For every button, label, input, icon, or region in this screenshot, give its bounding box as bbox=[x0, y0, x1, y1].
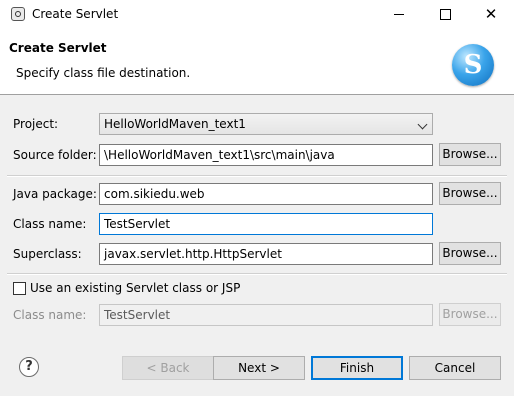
window-title: Create Servlet bbox=[32, 7, 119, 21]
wizard-header: Create Servlet Specify class file destin… bbox=[0, 30, 514, 95]
wizard-title: Create Servlet bbox=[9, 41, 107, 55]
maximize-button[interactable] bbox=[422, 0, 468, 30]
java-package-label: Java package: bbox=[13, 187, 97, 201]
source-folder-label: Source folder: bbox=[13, 148, 97, 162]
class-name-input[interactable]: TestServlet bbox=[99, 213, 433, 235]
source-folder-browse-button[interactable]: Browse... bbox=[439, 143, 501, 166]
separator bbox=[7, 175, 507, 177]
cancel-button[interactable]: Cancel bbox=[409, 356, 501, 380]
source-folder-input[interactable]: \HelloWorldMaven_text1\src\main\java bbox=[99, 144, 433, 166]
use-existing-servlet-label[interactable]: Use an existing Servlet class or JSP bbox=[30, 281, 240, 295]
project-combo[interactable]: HelloWorldMaven_text1 bbox=[99, 113, 433, 135]
back-button[interactable]: < Back bbox=[122, 356, 214, 380]
help-icon[interactable]: ? bbox=[19, 357, 39, 377]
java-package-browse-button[interactable]: Browse... bbox=[439, 182, 501, 205]
existing-class-browse-button[interactable]: Browse... bbox=[439, 303, 501, 326]
chevron-down-icon bbox=[417, 119, 428, 130]
project-label: Project: bbox=[13, 117, 59, 131]
title-bar: Create Servlet ✕ bbox=[0, 0, 514, 30]
existing-class-name-input[interactable]: TestServlet bbox=[99, 304, 433, 326]
wizard-description: Specify class file destination. bbox=[16, 66, 191, 80]
project-combo-value: HelloWorldMaven_text1 bbox=[104, 117, 246, 131]
existing-class-name-label: Class name: bbox=[13, 308, 87, 322]
superclass-browse-button[interactable]: Browse... bbox=[439, 242, 501, 265]
servlet-logo-icon: S bbox=[452, 44, 494, 86]
superclass-input[interactable]: javax.servlet.http.HttpServlet bbox=[99, 243, 433, 265]
close-button[interactable]: ✕ bbox=[468, 0, 514, 30]
separator bbox=[7, 273, 507, 275]
finish-button[interactable]: Finish bbox=[311, 356, 403, 380]
use-existing-servlet-checkbox[interactable] bbox=[13, 282, 26, 295]
java-package-input[interactable]: com.sikiedu.web bbox=[99, 183, 433, 205]
minimize-button[interactable] bbox=[376, 0, 422, 30]
background-strip bbox=[0, 396, 514, 401]
next-button[interactable]: Next > bbox=[213, 356, 305, 380]
class-name-label: Class name: bbox=[13, 217, 87, 231]
superclass-label: Superclass: bbox=[13, 247, 82, 261]
eclipse-app-icon bbox=[11, 7, 25, 21]
